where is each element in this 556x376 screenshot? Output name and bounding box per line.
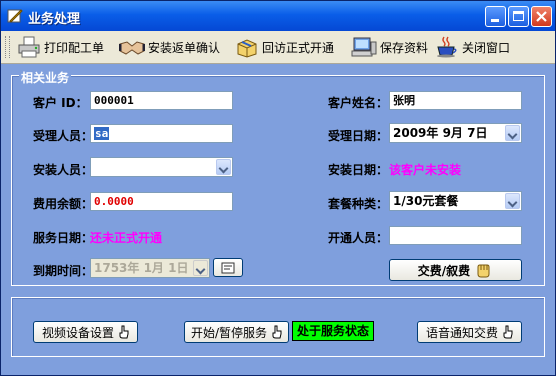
close-icon	[536, 11, 547, 22]
customer-name-field[interactable]: 张明	[389, 91, 522, 110]
customer-name-label: 客户姓名：	[328, 96, 389, 110]
pay-button-label: 交费/叙费	[417, 263, 471, 278]
start-pause-service-button[interactable]: 开始/暂停服务	[184, 321, 289, 343]
pointer-hand-icon	[272, 325, 282, 339]
window-title: 业务处理	[28, 12, 81, 27]
minimize-icon	[491, 19, 499, 22]
activator-field[interactable]	[389, 226, 522, 245]
expire-edit-button[interactable]	[213, 258, 243, 277]
service-status-badge: 处于服务状态	[292, 321, 374, 341]
install-confirm-button[interactable]: 安装返单确认	[119, 35, 220, 59]
hand-pointer-icon	[477, 264, 490, 278]
related-business-legend: 相关业务	[19, 69, 72, 86]
handler-field[interactable]: sa	[90, 124, 233, 143]
close-button[interactable]	[531, 6, 552, 27]
expire-date-value: 1753年 1月 1日	[94, 261, 189, 275]
chevron-down-icon[interactable]	[505, 125, 520, 141]
balance-field[interactable]: 0.0000	[90, 192, 233, 211]
accept-date-value: 2009年 9月 7日	[393, 126, 488, 140]
expire-date-picker: 1753年 1月 1日	[90, 258, 210, 278]
package-select[interactable]: 1/30元套餐	[389, 191, 522, 211]
handshake-icon	[119, 41, 145, 55]
package-label: 套餐种类：	[328, 197, 389, 211]
business-window: 业务处理 打印配工单 安装返单确认 回访正式开通 保存资料 关闭窗口 相关业务 …	[0, 0, 556, 376]
pointer-hand-icon	[503, 325, 513, 339]
customer-id-field[interactable]: 000001	[90, 91, 233, 110]
service-date-label: 服务日期：	[33, 231, 94, 245]
expire-label: 到期时间：	[33, 264, 94, 278]
service-date-value: 还未正式开通	[90, 231, 163, 245]
print-workorder-label: 打印配工单	[44, 40, 105, 55]
computer-save-icon	[351, 37, 377, 57]
handler-label: 受理人员：	[33, 129, 94, 143]
install-date-label: 安装日期：	[328, 163, 389, 177]
chevron-down-icon[interactable]	[505, 193, 520, 209]
app-pen-icon	[7, 9, 23, 23]
pointer-hand-icon	[119, 325, 129, 339]
chevron-down-icon[interactable]	[216, 159, 231, 175]
print-workorder-button[interactable]: 打印配工单	[17, 35, 104, 59]
title-bar[interactable]: 业务处理	[1, 1, 555, 31]
voice-notify-payment-label: 语音通知交费	[425, 325, 498, 340]
accept-date-label: 受理日期：	[328, 129, 389, 143]
card-icon	[221, 262, 235, 273]
accept-date-picker[interactable]: 2009年 9月 7日	[389, 123, 522, 143]
pay-button[interactable]: 交费/叙费	[389, 259, 522, 281]
toolbar-grip[interactable]	[5, 36, 10, 58]
install-confirm-label: 安装返单确认	[148, 40, 221, 55]
maximize-icon	[513, 11, 524, 21]
visit-activate-label: 回访正式开通	[262, 40, 335, 55]
customer-id-label: 客户 ID：	[33, 96, 88, 110]
start-pause-service-label: 开始/暂停服务	[190, 325, 268, 340]
balance-label: 费用余额：	[33, 197, 94, 211]
coffee-cup-icon	[437, 36, 457, 58]
close-window-label: 关闭窗口	[462, 40, 511, 55]
voice-notify-payment-button[interactable]: 语音通知交费	[417, 321, 522, 343]
installer-label: 安装人员：	[33, 163, 94, 177]
visit-activate-button[interactable]: 回访正式开通	[235, 35, 334, 59]
package-value: 1/30元套餐	[393, 194, 459, 208]
printer-icon	[18, 36, 40, 58]
toolbar: 打印配工单 安装返单确认 回访正式开通 保存资料 关闭窗口	[1, 31, 555, 64]
video-device-settings-label: 视频设备设置	[41, 325, 114, 340]
install-date-value: 该客户未安装	[389, 163, 462, 177]
video-device-settings-button[interactable]: 视频设备设置	[33, 321, 138, 343]
minimize-button[interactable]	[485, 6, 506, 27]
gift-box-icon	[237, 39, 257, 58]
close-window-button[interactable]: 关闭窗口	[435, 35, 510, 59]
save-data-label: 保存资料	[380, 40, 429, 55]
handler-value: sa	[94, 127, 110, 140]
activator-label: 开通人员：	[328, 231, 389, 245]
installer-select[interactable]	[90, 157, 233, 177]
save-data-button[interactable]: 保存资料	[351, 35, 428, 59]
maximize-button[interactable]	[508, 6, 529, 27]
chevron-down-icon	[193, 260, 208, 276]
